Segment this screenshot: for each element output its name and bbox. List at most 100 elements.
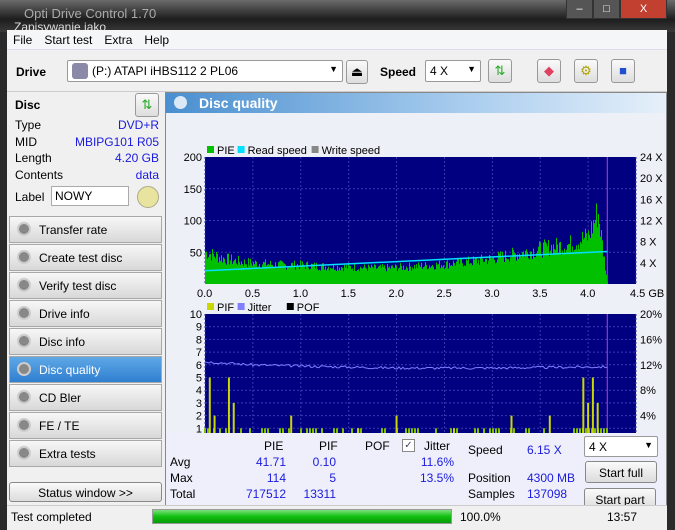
- disc-refresh-button[interactable]: ⇅: [135, 93, 159, 117]
- toolbar: Drive (P:) ATAPI iHBS112 2 PL06 ▼ ⏏ Speed…: [7, 52, 667, 92]
- x-tick-label: 2.0: [389, 288, 404, 300]
- y-tick-label: 8: [196, 334, 202, 346]
- col-pif: PIF: [319, 439, 338, 453]
- jitter-checkbox[interactable]: ✓: [402, 439, 415, 452]
- pie-value: 114: [266, 471, 286, 485]
- nav-label: Drive info: [39, 307, 90, 321]
- jitter-value: 13.5%: [419, 471, 454, 485]
- prop-key: Type: [15, 118, 42, 132]
- charts-area: PIE Read speed Write speed 0.0 0.5 1.0 1.5 2.0 2…: [166, 113, 666, 433]
- speed-label: Speed: [380, 65, 417, 79]
- y-tick-label: 9: [196, 322, 202, 334]
- status-window-button[interactable]: Status window >>: [9, 482, 162, 502]
- close-button[interactable]: X: [620, 0, 667, 19]
- y2-tick-label: 8%: [640, 385, 656, 397]
- prop-value: MBIPG101 R05: [74, 134, 159, 149]
- disc-header: Disc: [15, 98, 41, 112]
- menu-start-test[interactable]: Start test: [38, 30, 98, 47]
- nav-label: CD Bler: [39, 391, 82, 405]
- nav-disc-info[interactable]: Disc info: [9, 328, 162, 355]
- disc-icon: [17, 250, 31, 264]
- legend-swatch: [237, 303, 245, 310]
- nav-create-test-disc[interactable]: Create test disc: [9, 244, 162, 271]
- progress-fill: [153, 510, 451, 523]
- progress-text: 100.0%: [460, 510, 501, 524]
- prop-key: Length: [15, 151, 52, 165]
- disc-prop-row: Contents data: [9, 168, 161, 185]
- refresh-button[interactable]: ⇅: [488, 59, 512, 83]
- y-tick-label: 100: [184, 216, 202, 228]
- disc-prop-row: Length 4.20 GB: [9, 151, 161, 168]
- test-speed-select[interactable]: 4 X ▼: [584, 436, 658, 457]
- y-tick-label: 2: [196, 411, 202, 423]
- y-tick-label: 1: [196, 423, 202, 433]
- maximize-button[interactable]: □: [593, 0, 620, 19]
- nav-cd-bler[interactable]: CD Bler: [9, 384, 162, 411]
- drive-select[interactable]: (P:) ATAPI iHBS112 2 PL06 ▼: [67, 60, 343, 82]
- y2-tick-label: 12 X: [640, 216, 663, 228]
- label-input[interactable]: NOWY: [51, 186, 129, 206]
- legend-swatch: [207, 303, 214, 310]
- prop-key: MID: [15, 134, 37, 149]
- disc-icon: [17, 362, 31, 376]
- nav-label: Disc info: [39, 335, 86, 349]
- col-jitter: Jitter: [424, 439, 451, 453]
- disc-icon: [17, 418, 31, 432]
- panel-title: Disc quality: [199, 95, 278, 111]
- disc-icon: [17, 278, 31, 292]
- y-tick-label: 3: [196, 398, 202, 410]
- status-time: 13:57: [607, 510, 638, 524]
- nav-drive-info[interactable]: Drive info: [9, 300, 162, 327]
- speed-select[interactable]: 4 X ▼: [425, 60, 481, 82]
- drive-label: Drive: [16, 65, 47, 79]
- legend-swatch: [237, 146, 245, 153]
- menu-file[interactable]: File: [7, 30, 38, 47]
- nav-label: Extra tests: [39, 447, 96, 461]
- erase-button[interactable]: ◆: [537, 59, 561, 83]
- legend-label: POF: [297, 302, 320, 314]
- y-tick-label: 50: [190, 247, 202, 259]
- chevron-down-icon: ▼: [644, 440, 653, 450]
- position-value: 4300 MB: [527, 471, 576, 485]
- legend-label: PIE: [217, 145, 235, 157]
- nav-label: FE / TE: [39, 419, 80, 433]
- menu-extra[interactable]: Extra: [98, 30, 138, 47]
- jitter-value: 11.6%: [420, 455, 454, 469]
- x-tick-label: 3.5: [532, 288, 547, 300]
- y-tick-label: 200: [184, 152, 202, 164]
- nav-extra-tests[interactable]: Extra tests: [9, 440, 162, 467]
- x-tick-label: 1.0: [293, 288, 308, 300]
- test-speed-value: 4 X: [589, 440, 608, 454]
- x-tick-label: 1.5: [341, 288, 356, 300]
- speed-value: 6.15 X: [527, 443, 562, 457]
- status-text: Test completed: [11, 510, 92, 524]
- disc-icon: [17, 390, 31, 404]
- y-tick-label: 150: [184, 184, 202, 196]
- refresh-icon: ⇅: [494, 63, 506, 78]
- start-full-button[interactable]: Start full: [585, 461, 657, 483]
- save-icon: ■: [619, 63, 627, 78]
- disc-quality-icon: [174, 96, 187, 109]
- pie-value: 717512: [245, 487, 286, 501]
- x-tick-label: 4.0: [580, 288, 595, 300]
- y-tick-label: 10: [190, 309, 202, 321]
- nav-transfer-rate[interactable]: Transfer rate: [9, 216, 162, 243]
- nav-verify-test-disc[interactable]: Verify test disc: [9, 272, 162, 299]
- nav-fe-te[interactable]: FE / TE: [9, 412, 162, 439]
- pif-value: 13311: [303, 487, 336, 501]
- menu-help[interactable]: Help: [138, 30, 175, 47]
- eraser-icon: ◆: [544, 63, 554, 78]
- settings-button[interactable]: ⚙: [574, 59, 598, 83]
- prop-value: 4.20 GB: [114, 151, 159, 165]
- y2-tick-label: 20 X: [640, 173, 663, 185]
- progress-bar: [152, 509, 452, 524]
- minimize-button[interactable]: –: [566, 0, 593, 19]
- disc-icon[interactable]: [137, 186, 159, 208]
- save-button[interactable]: ■: [611, 59, 635, 83]
- x-tick-label: 3.0: [484, 288, 499, 300]
- eject-button[interactable]: ⏏: [346, 60, 368, 84]
- nav-disc-quality[interactable]: Disc quality: [9, 356, 162, 383]
- disc-icon: [17, 446, 31, 460]
- window-title: Opti Drive Control 1.70: [24, 6, 157, 21]
- y2-tick-label: 24 X: [640, 152, 663, 164]
